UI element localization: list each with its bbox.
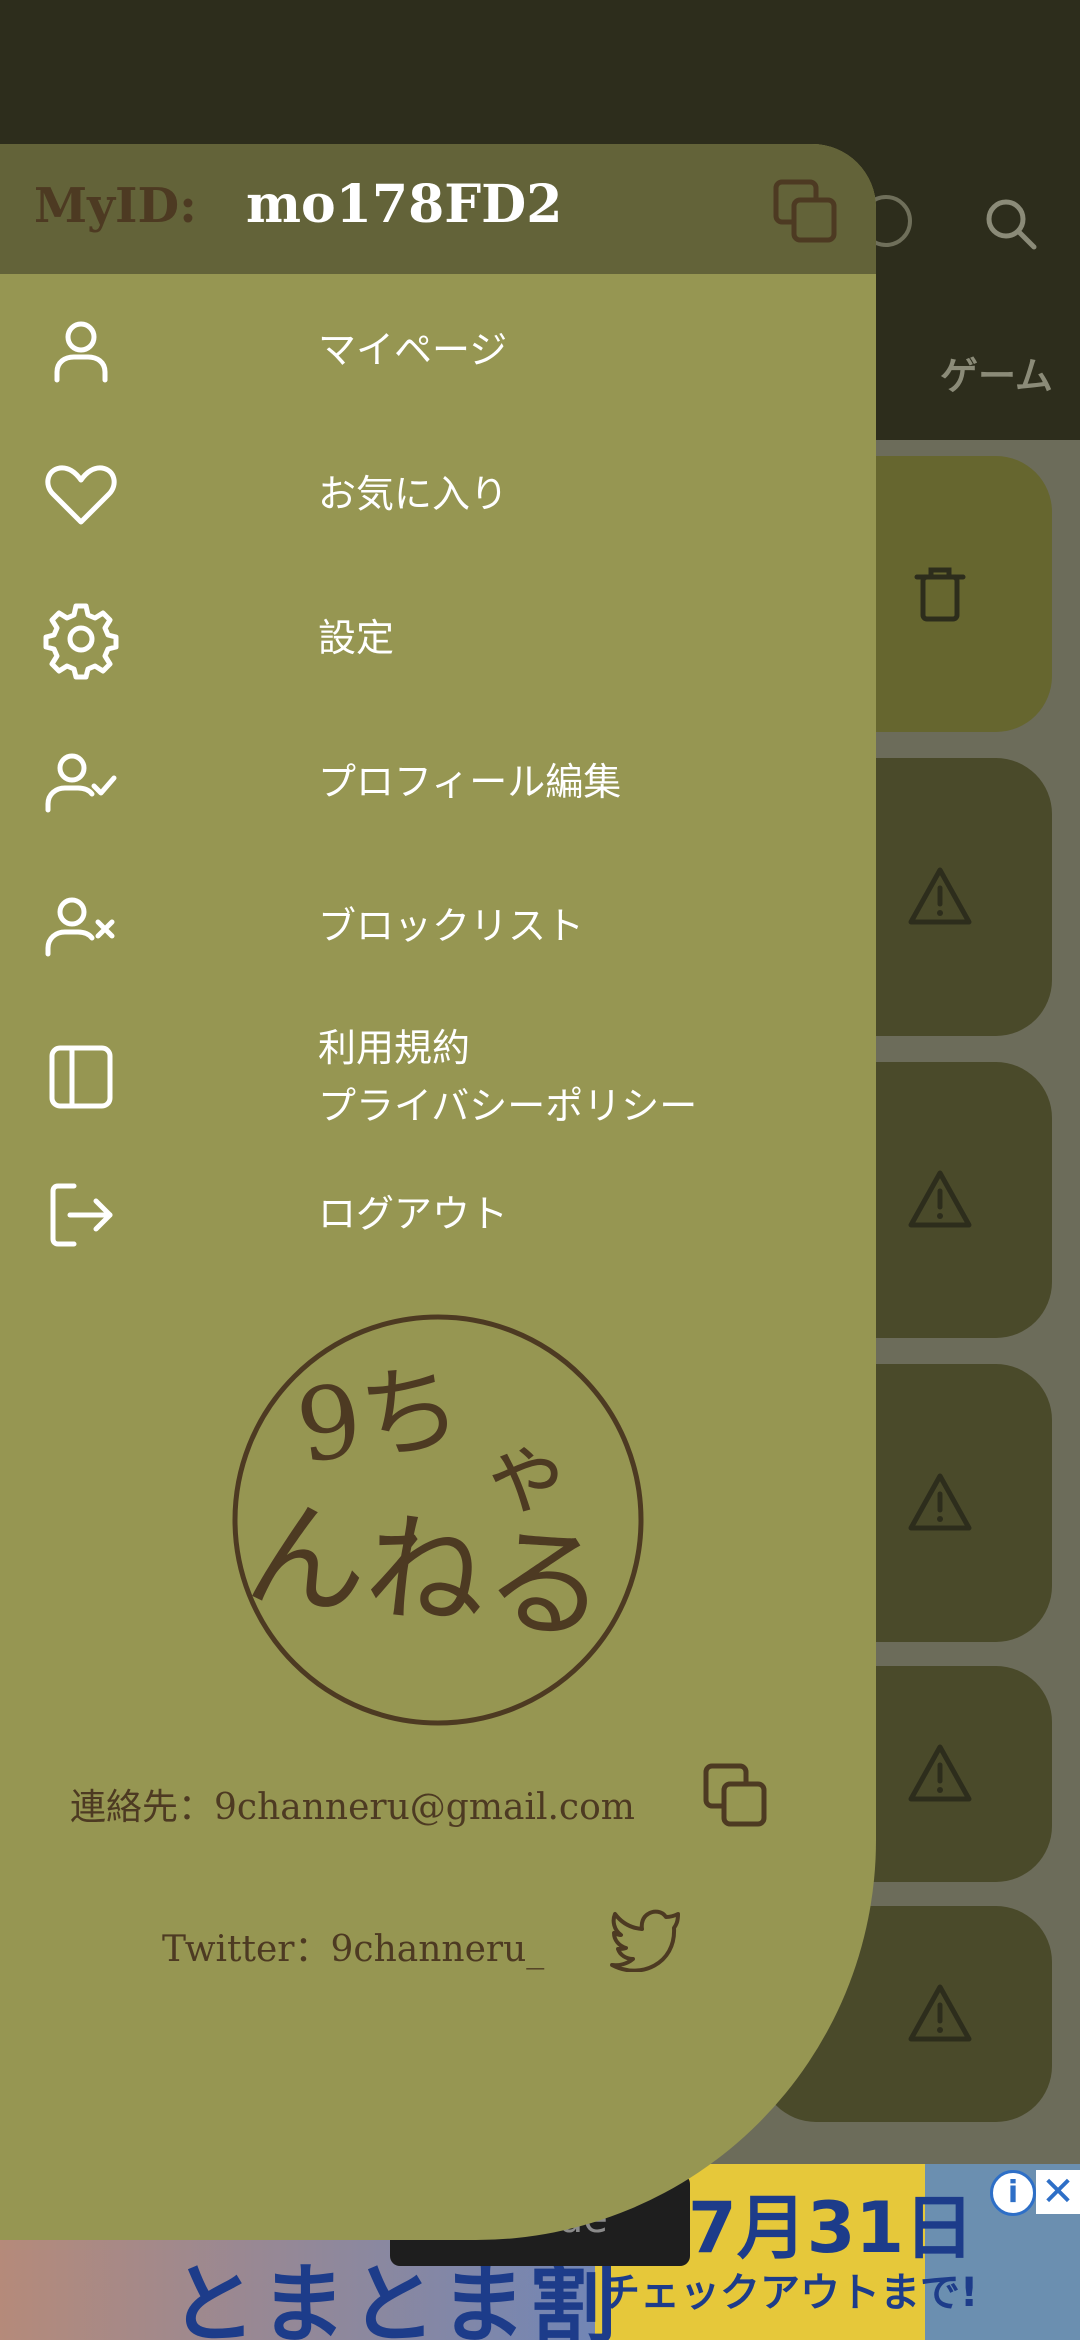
copy-icon[interactable] <box>702 1762 770 1830</box>
menu-label: プロフィール編集 <box>318 760 622 804</box>
drawer-header: MyID: mo178FD2 <box>0 144 876 274</box>
contact-email: 連絡先：9channeru@gmail.com <box>70 1787 635 1828</box>
myid-value: mo178FD2 <box>246 174 563 235</box>
menu-label: 設定 <box>318 616 395 660</box>
app-logo: 9ち ゃ んねる <box>232 1314 644 1726</box>
info-icon[interactable]: i <box>990 2170 1036 2216</box>
logout-icon <box>50 1183 113 1247</box>
warning-icon[interactable] <box>905 1979 975 2049</box>
myid-label: MyID: <box>34 178 197 234</box>
svg-text:9ち: 9ち <box>290 1347 468 1486</box>
sidebar-icon <box>49 1045 113 1109</box>
menu-label-line1: 利用規約 <box>318 1026 471 1070</box>
search-icon[interactable] <box>982 195 1038 251</box>
copy-icon[interactable] <box>772 178 840 246</box>
menu-label: ブロックリスト <box>318 904 585 948</box>
twitter-handle: Twitter：9channeru_ <box>162 1929 545 1970</box>
menu-item-logout[interactable]: ログアウト <box>0 1154 876 1274</box>
menu-item-edit-profile[interactable]: プロフィール編集 <box>0 722 876 842</box>
menu-item-mypage[interactable]: マイページ <box>0 290 876 410</box>
gear-icon <box>43 603 119 680</box>
warning-icon[interactable] <box>905 862 975 932</box>
menu-item-favorites[interactable]: お気に入り <box>0 434 876 554</box>
user-icon <box>54 321 108 383</box>
user-x-icon <box>45 897 115 957</box>
heart-icon <box>45 465 117 525</box>
close-icon[interactable]: ✕ <box>1036 2170 1080 2214</box>
menu-label: ログアウト <box>318 1192 509 1236</box>
menu-label: お気に入り <box>318 472 509 516</box>
user-check-icon <box>45 753 117 813</box>
menu-item-settings[interactable]: 設定 <box>0 578 876 698</box>
ad-date: 7月31日 <box>688 2187 975 2269</box>
twitter-icon[interactable] <box>610 1906 682 1972</box>
ad-subtext: チェックアウトまで! <box>600 2270 979 2316</box>
warning-icon[interactable] <box>905 1468 975 1538</box>
navigation-drawer: MyID: mo178FD2 マイページ お気に入り 設定 プロフィール編集 ブ… <box>0 144 876 2240</box>
menu-label: マイページ <box>318 328 508 372</box>
menu-item-block-list[interactable]: ブロックリスト <box>0 866 876 986</box>
warning-icon[interactable] <box>905 1165 975 1235</box>
menu-item-terms-privacy[interactable]: 利用規約 プライバシーポリシー <box>0 1002 876 1152</box>
menu-label-line2: プライバシーポリシー <box>318 1084 698 1128</box>
warning-icon[interactable] <box>905 1739 975 1809</box>
tab-game[interactable]: ゲーム <box>940 345 1053 400</box>
trash-icon[interactable] <box>905 559 975 629</box>
